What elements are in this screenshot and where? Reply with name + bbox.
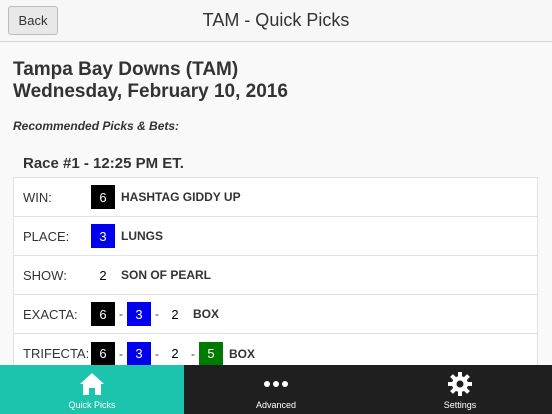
home-icon <box>78 371 106 397</box>
saddle-number: 6 <box>91 341 115 365</box>
race-title: Race #1 - 12:25 PM ET. <box>23 155 184 172</box>
page-title: TAM - Quick Picks <box>202 10 350 30</box>
bet-type: BOX <box>193 307 220 321</box>
tab-label: Settings <box>443 400 477 410</box>
pick-numbers: 6 - 3 - 2 - 5 BOX <box>91 341 256 365</box>
picks-table: WIN: 6 HASHTAG GIDDY UP PLACE: 3 LUNGS S… <box>13 177 538 365</box>
bet-label: PLACE: <box>23 228 70 244</box>
pick-row-exacta: EXACTA: 6 - 3 - 2 BOX <box>14 295 537 334</box>
pick-numbers: 6 HASHTAG GIDDY UP <box>91 185 241 209</box>
saddle-number: 2 <box>163 302 187 326</box>
horse-name: LUNGS <box>121 229 163 243</box>
saddle-number: 6 <box>91 185 115 209</box>
tab-advanced[interactable]: Advanced <box>184 365 368 414</box>
gear-icon <box>446 371 474 397</box>
pick-numbers: 2 SON OF PEARL <box>91 263 211 287</box>
track-name: Tampa Bay Downs (TAM) <box>13 59 239 80</box>
main-content[interactable]: Tampa Bay Downs (TAM) Wednesday, Februar… <box>0 43 552 365</box>
pick-row-show: SHOW: 2 SON OF PEARL <box>14 256 537 295</box>
tab-label: Quick Picks <box>68 400 116 410</box>
saddle-number: 3 <box>127 302 151 326</box>
saddle-number: 5 <box>199 341 223 365</box>
horse-name: SON OF PEARL <box>121 268 212 282</box>
dash-separator: - <box>191 346 195 361</box>
dash-separator: - <box>119 307 123 321</box>
tab-label: Advanced <box>255 400 297 410</box>
pick-row-place: PLACE: 3 LUNGS <box>14 217 537 256</box>
bet-label: EXACTA: <box>23 306 78 322</box>
pick-numbers: 3 LUNGS <box>91 224 163 248</box>
pick-row-trifecta: TRIFECTA: 6 - 3 - 2 - 5 BOX <box>14 334 537 365</box>
bet-label: TRIFECTA: <box>23 346 90 361</box>
horse-name: HASHTAG GIDDY UP <box>121 190 241 204</box>
saddle-number: 2 <box>163 341 187 365</box>
saddle-number: 3 <box>127 341 151 365</box>
section-label: Recommended Picks & Bets: <box>13 119 180 133</box>
race-date: Wednesday, February 10, 2016 <box>13 81 288 102</box>
tab-settings[interactable]: Settings <box>368 365 552 414</box>
dash-separator: - <box>155 346 159 361</box>
bet-label: WIN: <box>23 189 52 205</box>
tab-bar: Quick Picks Advanced Settings <box>0 365 552 414</box>
bet-type: BOX <box>229 346 256 361</box>
saddle-number: 6 <box>91 302 115 326</box>
header-bar: Back TAM - Quick Picks <box>0 0 552 42</box>
dash-separator: - <box>155 307 159 321</box>
dash-separator: - <box>119 346 123 361</box>
saddle-number: 2 <box>91 263 115 287</box>
bet-label: SHOW: <box>23 267 67 283</box>
pick-numbers: 6 - 3 - 2 BOX <box>91 302 219 326</box>
tab-quick-picks[interactable]: Quick Picks <box>0 365 184 414</box>
saddle-number: 3 <box>91 224 115 248</box>
ellipsis-icon <box>262 371 290 397</box>
pick-row-win: WIN: 6 HASHTAG GIDDY UP <box>14 178 537 217</box>
